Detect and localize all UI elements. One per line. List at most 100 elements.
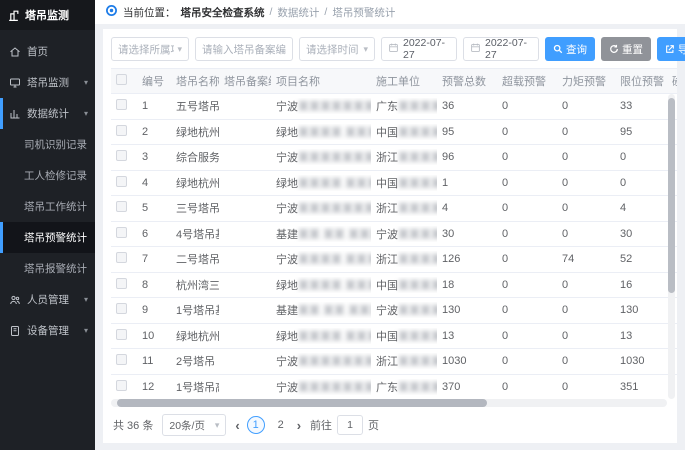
- record-number-input[interactable]: 请输入塔吊备案编号: [195, 37, 293, 61]
- row-checkbox-cell: [111, 201, 137, 215]
- row-checkbox[interactable]: [116, 125, 127, 136]
- end-date-value: 2022-07-27: [485, 37, 532, 61]
- cell-no: 8: [137, 279, 171, 291]
- column-header: 力矩预警: [557, 73, 615, 89]
- cell-moment-warnings: 0: [557, 304, 615, 316]
- row-checkbox[interactable]: [116, 329, 127, 340]
- horizontal-scrollbar[interactable]: [111, 399, 667, 407]
- horizontal-scrollbar-thumb[interactable]: [117, 399, 487, 407]
- sidebar-item[interactable]: 塔吊监测▾: [0, 67, 95, 98]
- row-checkbox[interactable]: [116, 227, 127, 238]
- row-checkbox[interactable]: [116, 278, 127, 289]
- row-checkbox-cell: [111, 227, 137, 241]
- project-prefix: 宁波: [276, 152, 298, 164]
- cell-overload-warnings: 0: [497, 304, 557, 316]
- cell-total-warnings: 4: [437, 202, 497, 214]
- row-checkbox[interactable]: [116, 380, 127, 391]
- sidebar-item[interactable]: 首页: [0, 36, 95, 67]
- project-redacted-text: 某某 某某 某某某某: [298, 305, 371, 317]
- end-date-input[interactable]: 2022-07-27: [463, 37, 539, 61]
- sidebar-item[interactable]: 数据统计▾: [0, 98, 95, 129]
- export-button[interactable]: 导出: [657, 37, 685, 61]
- sidebar-item[interactable]: 人员管理▾: [0, 284, 95, 315]
- cell-overload-warnings: 0: [497, 253, 557, 265]
- project-redacted-text: 某某某某某某某 某某: [298, 382, 371, 394]
- pager: ‹ 12 ›: [235, 416, 301, 434]
- reset-button[interactable]: 重置: [601, 37, 651, 61]
- project-redacted-text: 某某某某某某某某某: [298, 356, 371, 368]
- goto-label: 前往: [310, 417, 332, 433]
- row-checkbox[interactable]: [116, 99, 127, 110]
- vertical-scrollbar-thumb[interactable]: [668, 98, 675, 293]
- start-date-input[interactable]: 2022-07-27: [381, 37, 457, 61]
- unit-redacted-text: 某某某某某: [398, 152, 437, 164]
- cell-construction-unit: 浙江某某某某某: [371, 251, 437, 267]
- table-row: 91号塔吊基座基建某某 某某 某某某某宁波某某某某某13000130: [111, 298, 677, 324]
- row-checkbox-cell: [111, 354, 137, 368]
- page-button[interactable]: 2: [272, 416, 290, 434]
- unit-redacted-text: 某某某某某: [398, 127, 437, 139]
- select-all-checkbox[interactable]: [116, 74, 127, 85]
- goto-page-input[interactable]: [337, 415, 363, 435]
- cell-total-warnings: 36: [437, 100, 497, 112]
- cell-no: 3: [137, 151, 171, 163]
- prev-page-button[interactable]: ‹: [235, 418, 239, 433]
- row-checkbox[interactable]: [116, 303, 127, 314]
- row-checkbox[interactable]: [116, 150, 127, 161]
- project-redacted-text: 某某某某 某某某某: [298, 178, 371, 190]
- row-checkbox[interactable]: [116, 252, 127, 263]
- breadcrumb-section[interactable]: 数据统计: [277, 5, 319, 20]
- cell-overload-warnings: 0: [497, 355, 557, 367]
- unit-prefix: 中国: [376, 127, 398, 139]
- project-prefix: 宁波: [276, 382, 298, 394]
- table-row: 112号塔吊宁波某某某某某某某某某浙江某某某某某1030001030: [111, 349, 677, 375]
- sidebar-subitem[interactable]: 塔吊报警统计: [0, 253, 95, 284]
- cell-crane-name: 1号塔吊基座: [171, 302, 219, 318]
- unit-redacted-text: 某某某某某: [398, 305, 437, 317]
- people-icon: [9, 294, 21, 306]
- search-button[interactable]: 查询: [545, 37, 595, 61]
- calendar-icon: [388, 42, 399, 56]
- project-select-placeholder: 请选择所属项目: [118, 42, 174, 57]
- cell-limit-warnings: 33: [615, 100, 667, 112]
- cell-crane-name: 绿地杭州湾..: [171, 124, 219, 140]
- cell-moment-warnings: 0: [557, 202, 615, 214]
- cell-moment-warnings: 0: [557, 177, 615, 189]
- project-redacted-text: 某某某某某某某某某: [298, 203, 371, 215]
- table-row: 4绿地杭州湾..绿地某某某某 某某某某中国某某某某某1000: [111, 171, 677, 197]
- row-checkbox[interactable]: [116, 176, 127, 187]
- cell-limit-warnings: 30: [615, 228, 667, 240]
- row-checkbox[interactable]: [116, 201, 127, 212]
- cell-construction-unit: 广东某某某某某: [371, 98, 437, 114]
- unit-redacted-text: 某某某某某: [398, 178, 437, 190]
- sidebar-item-label: 塔吊报警统计: [24, 261, 87, 276]
- table-header: 编号塔吊名称塔吊备案编号项目名称施工单位预警总数超载预警力矩预警限位预警碰撞预警: [111, 68, 677, 94]
- vertical-scrollbar[interactable]: [668, 94, 675, 399]
- sidebar-subitem[interactable]: 工人检修记录: [0, 160, 95, 191]
- next-page-button[interactable]: ›: [297, 418, 301, 433]
- row-checkbox[interactable]: [116, 354, 127, 365]
- main-area: 当前位置： 塔吊安全检查系统 / 数据统计 / 塔吊预警统计 请选择所属项目 ▾…: [95, 0, 685, 450]
- unit-redacted-text: 某某某某某: [398, 382, 437, 394]
- sidebar-item[interactable]: 设备管理▾: [0, 315, 95, 346]
- record-input-placeholder: 请输入塔吊备案编号: [202, 42, 286, 57]
- project-select[interactable]: 请选择所属项目 ▾: [111, 37, 189, 61]
- page-button[interactable]: 1: [247, 416, 265, 434]
- project-prefix: 宁波: [276, 203, 298, 215]
- sidebar-item-label: 工人检修记录: [24, 168, 87, 183]
- sidebar-subitem[interactable]: 塔吊预警统计: [0, 222, 95, 253]
- cell-project-name: 基建某某 某某 某某某某: [271, 226, 371, 242]
- device-icon: [9, 325, 21, 337]
- unit-prefix: 浙江: [376, 203, 398, 215]
- row-checkbox-cell: [111, 150, 137, 164]
- sidebar-subitem[interactable]: 司机识别记录: [0, 129, 95, 160]
- sidebar-subitem[interactable]: 塔吊工作统计: [0, 191, 95, 222]
- page-size-select[interactable]: 20条/页 ▾: [162, 414, 226, 436]
- chevron-down-icon: ▾: [84, 78, 88, 87]
- project-prefix: 绿地: [276, 178, 298, 190]
- sidebar-item-label: 塔吊预警统计: [24, 230, 87, 245]
- cell-no: 9: [137, 304, 171, 316]
- project-prefix: 宁波: [276, 254, 298, 266]
- cell-crane-name: 1号塔吊高..: [171, 379, 219, 395]
- time-select[interactable]: 请选择时间 ▾: [299, 37, 375, 61]
